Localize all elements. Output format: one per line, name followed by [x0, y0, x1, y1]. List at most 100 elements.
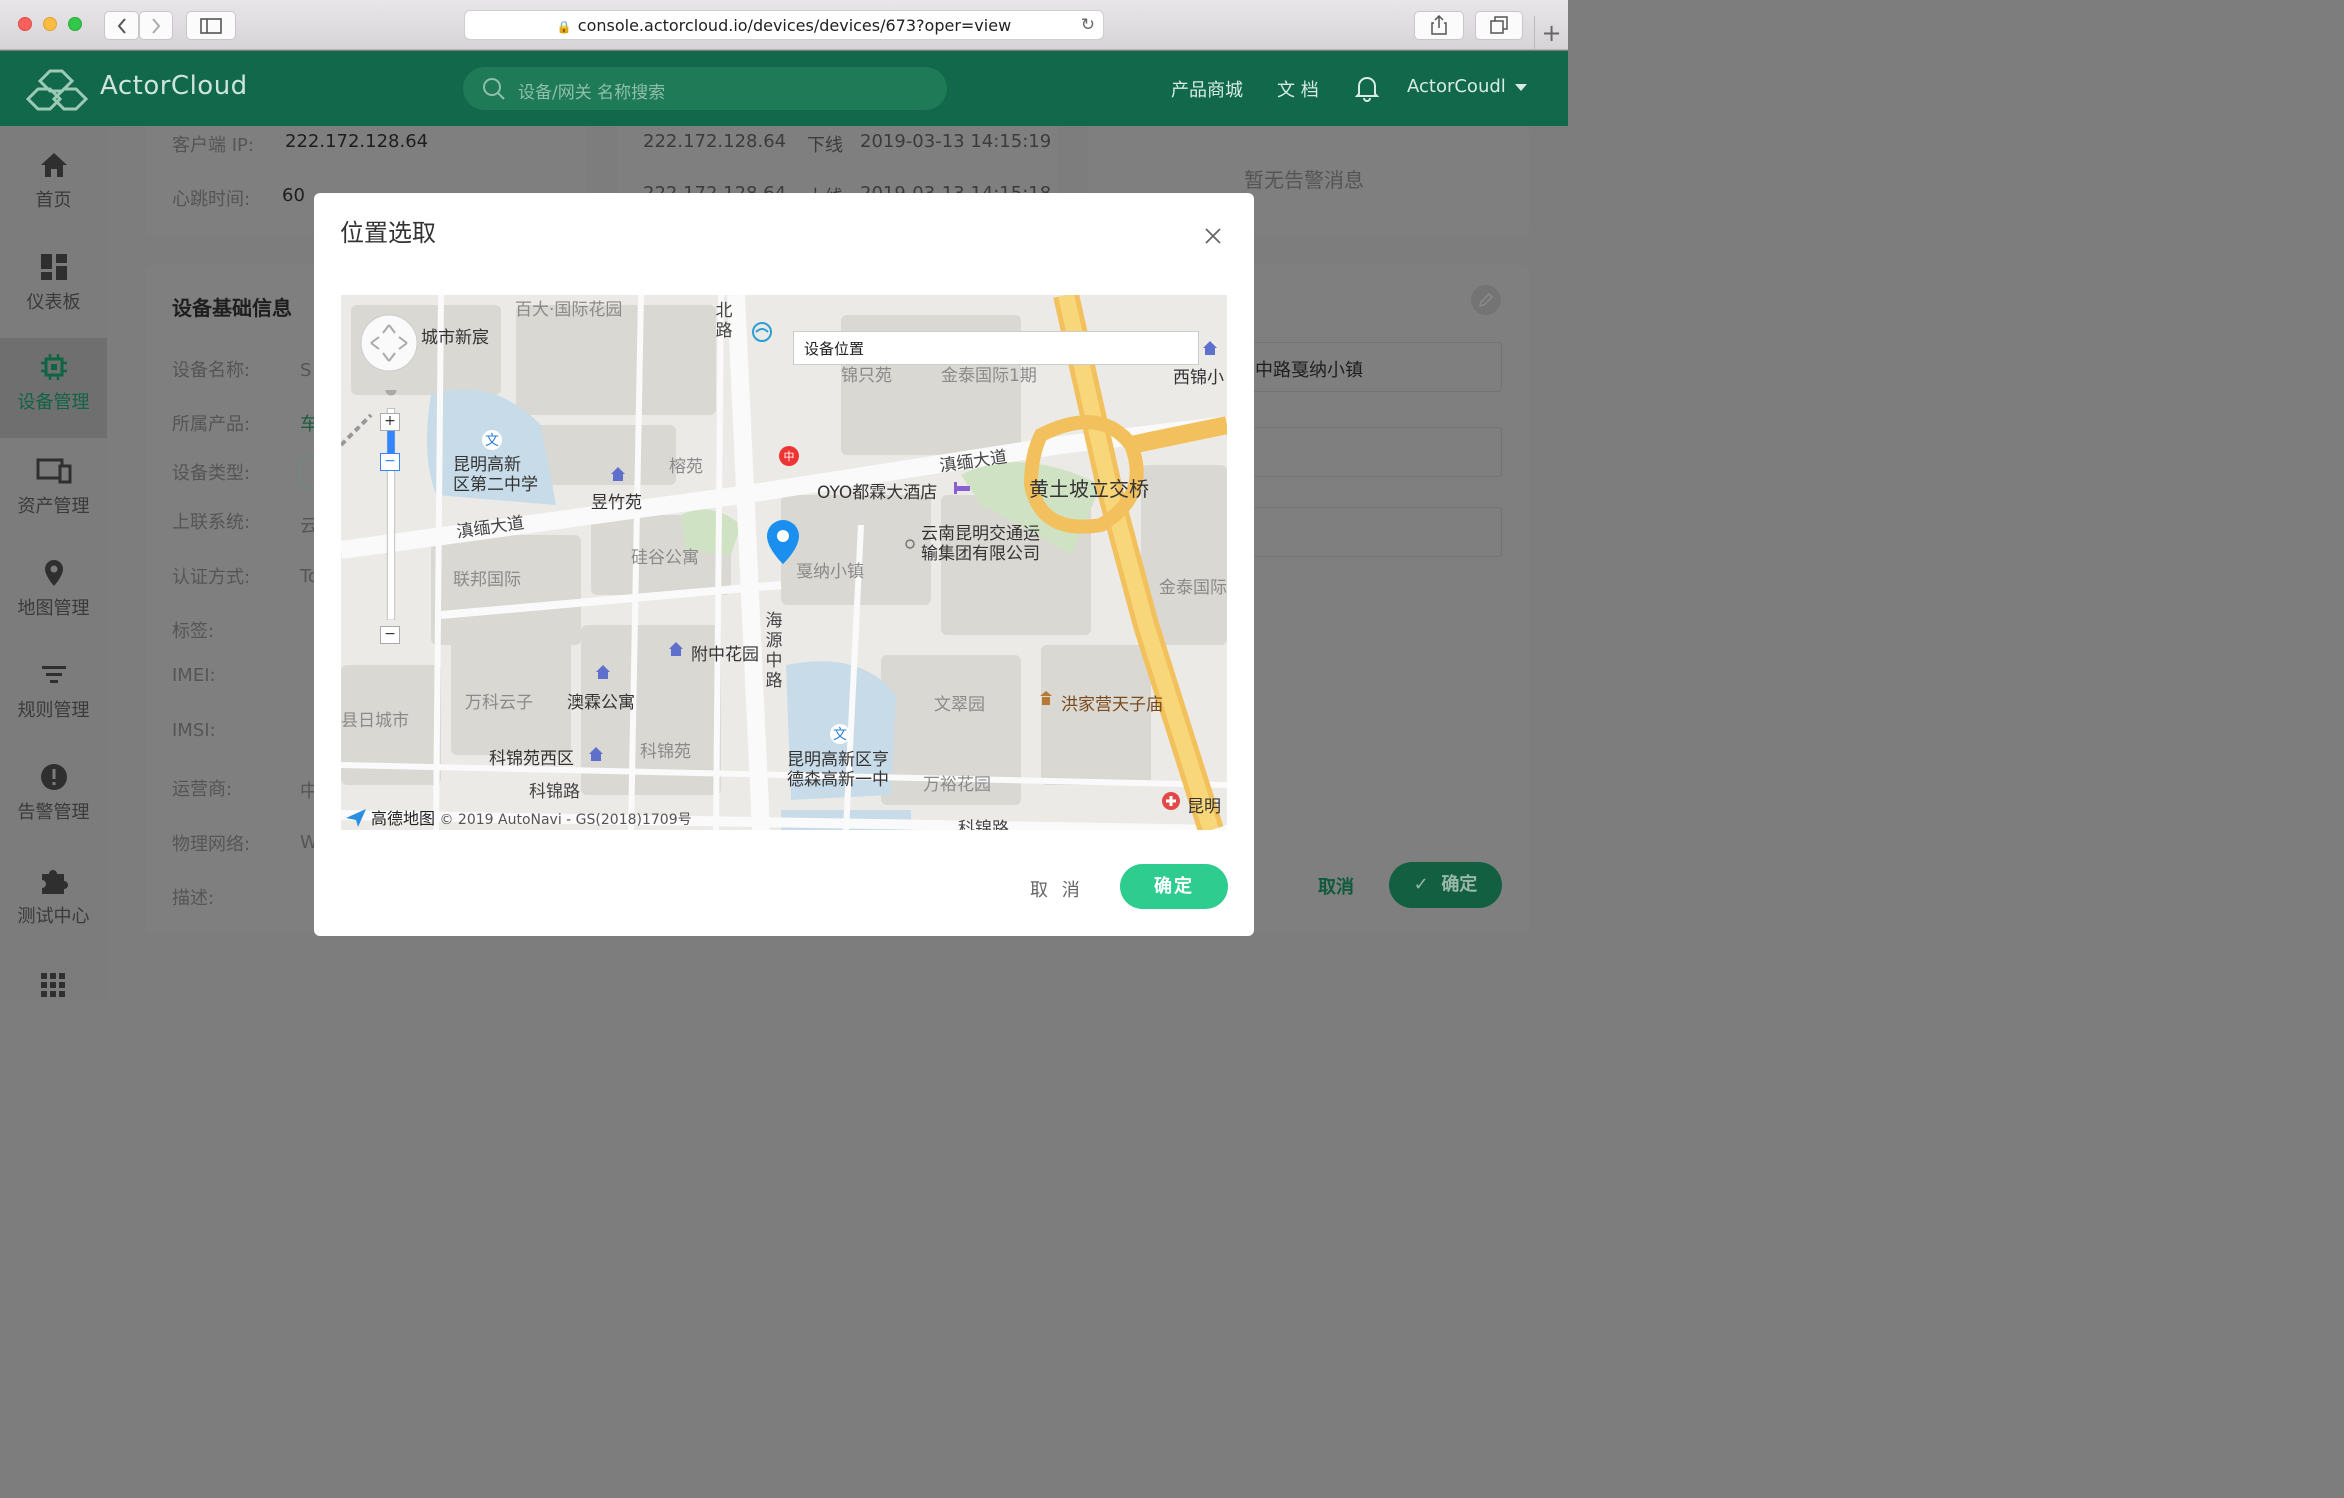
map-label: 科锦苑西区 — [489, 749, 574, 769]
field-label: 描述: — [172, 888, 215, 909]
home-icon — [40, 153, 67, 177]
tabs-button[interactable] — [1475, 11, 1523, 40]
sidebar-item-label: 规则管理 — [17, 700, 90, 721]
chip-icon — [40, 354, 67, 380]
map-label: 榕苑 — [669, 457, 703, 477]
form-cancel-button[interactable]: 取消 — [1318, 873, 1354, 899]
dashboard-icon — [40, 254, 67, 280]
global-search[interactable]: 设备/网关 名称搜索 — [463, 67, 947, 110]
client-ip-label: 客户端 IP: — [172, 135, 254, 156]
confirm-button[interactable]: 确定 — [1120, 864, 1228, 909]
sidebar-item-label: 测试中心 — [17, 906, 90, 927]
zoom-level-handle[interactable]: − — [380, 453, 400, 471]
minimize-window-button[interactable] — [43, 17, 57, 31]
road-label: 科锦路 — [529, 782, 580, 802]
sidebar-item-label: 仪表板 — [26, 292, 81, 313]
location-picker-dialog: 位置选取 + − − 设备位置 百大·国际花园 城市新宸 昆明高新 区第二中学 … — [314, 193, 1254, 936]
school-icon: 文 — [482, 430, 502, 450]
road-label: 海源中路 — [765, 611, 783, 691]
longitude-input[interactable] — [1240, 507, 1502, 557]
bell-icon[interactable] — [1355, 74, 1379, 102]
sidebar-item-alerts[interactable]: 告警管理 — [0, 748, 107, 844]
sidebar-item-devices[interactable]: 设备管理 — [0, 338, 107, 438]
forward-button[interactable] — [139, 11, 173, 40]
user-menu[interactable]: ActorCoudl — [1407, 76, 1506, 97]
map-label: 万裕花园 — [923, 775, 991, 795]
sidebar-item-map[interactable]: 地图管理 — [0, 544, 107, 640]
bank-icon: 中 — [779, 446, 799, 466]
map-pan-control[interactable] — [359, 313, 419, 373]
log-status-label: 下线 — [807, 135, 843, 156]
actorcloud-logo — [26, 69, 89, 111]
sidebar-toggle-button[interactable] — [186, 11, 236, 40]
svg-text:文: 文 — [485, 433, 499, 449]
check-icon: ✓ — [1413, 874, 1429, 895]
amap-logo-icon — [346, 809, 366, 827]
map-label: 云南昆明交通运 输集团有限公司 — [921, 524, 1040, 564]
map-label: 百大·国际花园 — [515, 300, 623, 320]
form-ok-button[interactable]: ✓ 确定 — [1389, 862, 1502, 908]
latitude-input[interactable] — [1240, 427, 1502, 477]
url-text: console.actorcloud.io/devices/devices/67… — [577, 16, 1012, 35]
back-button[interactable] — [104, 11, 139, 40]
maximize-window-button[interactable] — [68, 17, 82, 31]
svg-text:文: 文 — [833, 727, 847, 743]
sidebar-item-rules[interactable]: 规则管理 — [0, 646, 107, 742]
map-label: 戛纳小镇 — [796, 562, 864, 582]
map-label: 黄土坡立交桥 — [1029, 477, 1149, 501]
map-label: 万科云子 — [465, 693, 533, 713]
address-bar[interactable]: 🔒 console.actorcloud.io/devices/devices/6… — [464, 10, 1104, 40]
search-icon — [483, 78, 505, 100]
reload-icon[interactable]: ↻ — [1081, 11, 1095, 40]
close-icon[interactable] — [1204, 227, 1222, 245]
zoom-in-button[interactable]: + — [380, 413, 400, 431]
close-window-button[interactable] — [18, 17, 32, 31]
share-button[interactable] — [1414, 11, 1464, 40]
svg-text:中: 中 — [784, 450, 795, 463]
map-label: OYO都霖大酒店 — [817, 483, 938, 503]
cancel-button[interactable]: 取 消 — [1030, 876, 1084, 902]
grid-icon[interactable] — [40, 972, 66, 998]
sidebar-item-dashboard[interactable]: 仪表板 — [0, 238, 107, 334]
edit-icon[interactable] — [1470, 284, 1502, 316]
sidebar-item-test-center[interactable]: 测试中心 — [0, 850, 107, 946]
map-label: 锦只苑 — [841, 366, 892, 386]
map-label: 金泰国际 — [1159, 578, 1227, 598]
search-placeholder: 设备/网关 名称搜索 — [518, 83, 666, 103]
map-label: 昱竹苑 — [591, 493, 642, 513]
chevron-left-icon — [117, 18, 126, 34]
map-label: 科锦苑 — [640, 742, 691, 762]
location-search-input[interactable] — [793, 331, 1199, 365]
heartbeat-value: 60 — [282, 185, 305, 206]
field-label: IMEI: — [172, 665, 216, 686]
devices-icon — [36, 458, 71, 484]
map-label: 澳霖公寓 — [567, 693, 635, 713]
hospital-icon — [1162, 792, 1180, 810]
map-label: 西锦小 — [1173, 368, 1224, 388]
product-store-link[interactable]: 产品商城 — [1171, 76, 1243, 102]
client-ip-value: 222.172.128.64 — [285, 131, 429, 152]
residence-icon — [669, 642, 683, 656]
chevron-down-icon[interactable] — [1515, 84, 1527, 91]
sidebar-item-home[interactable]: 首页 — [0, 136, 107, 232]
map-brand: 高德地图 — [371, 809, 436, 828]
map-label: 洪家营天子庙 — [1061, 695, 1163, 715]
map-label: 文翠园 — [934, 695, 985, 715]
field-label: IMSI: — [172, 720, 216, 741]
map-view[interactable]: + − − 百大·国际花园 城市新宸 昆明高新 区第二中学 昱竹苑 榕苑 滇缅大… — [341, 295, 1227, 830]
zoom-out-button[interactable]: − — [380, 626, 400, 644]
new-tab-button[interactable]: + — [1534, 16, 1568, 50]
map-label: 昆明高新区亨 德森高新一中 — [787, 750, 889, 790]
sidebar-item-assets[interactable]: 资产管理 — [0, 442, 107, 538]
location-marker-icon[interactable] — [765, 519, 801, 565]
alert-icon — [40, 764, 67, 790]
map-label: 县日城市 — [341, 711, 409, 731]
sidebar-item-label: 地图管理 — [17, 598, 90, 619]
map-label: 金泰国际1期 — [941, 366, 1037, 386]
telecom-icon — [752, 322, 772, 342]
sidebar-item-label: 告警管理 — [17, 802, 90, 823]
sidebar-icon — [200, 18, 222, 34]
sidebar: 首页 仪表板 设备管理 资产管理 地图管理 规则管理 告警管理 测试中心 — [0, 126, 107, 1002]
docs-link[interactable]: 文 档 — [1277, 76, 1319, 102]
no-alerts-text: 暂无告警消息 — [1244, 168, 1364, 192]
